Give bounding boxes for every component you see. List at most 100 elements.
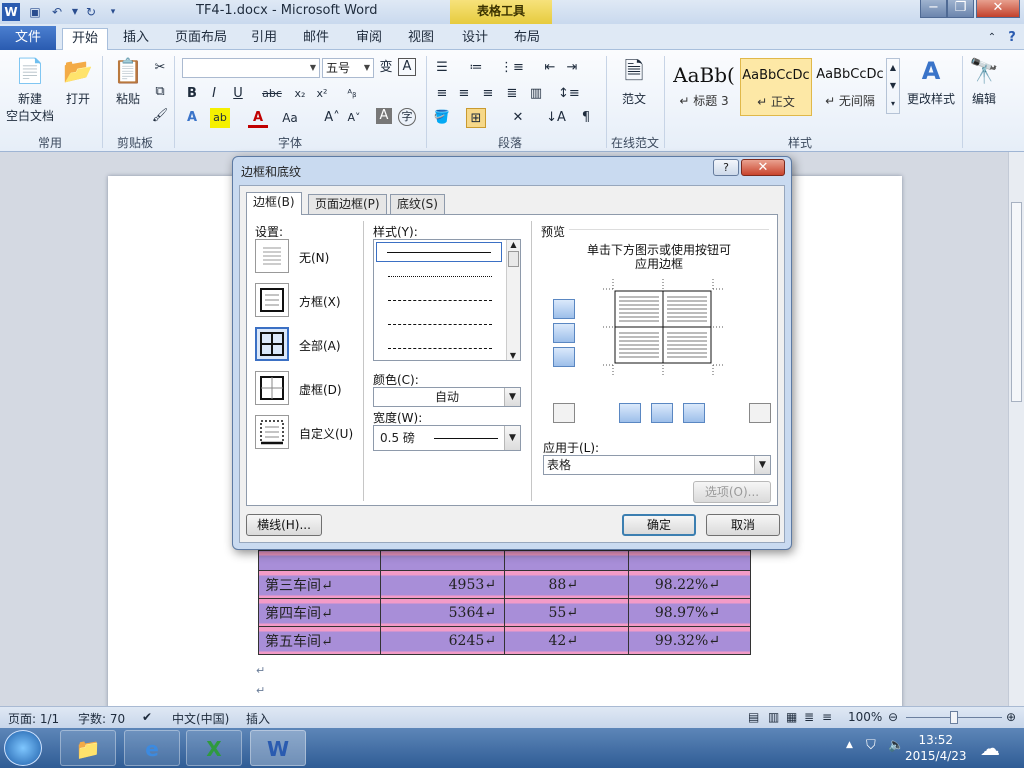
minimize-button[interactable]: − — [920, 0, 947, 18]
strikethrough-icon[interactable]: abc — [262, 84, 282, 104]
table-cell[interactable]: 98.97%↵ — [628, 598, 751, 627]
explorer-taskbar-icon[interactable]: 📁 — [60, 730, 116, 766]
dialog-help-button[interactable]: ? — [713, 159, 739, 176]
table-row[interactable] — [258, 550, 751, 571]
scroll-thumb[interactable] — [508, 251, 519, 267]
line-spacing-icon[interactable]: ↕≡ — [558, 84, 580, 104]
help-icon[interactable]: ? — [1004, 28, 1020, 50]
document-table[interactable]: 第三车间↵ 4953↵ 88↵ 98.22%↵ 第四车间↵ 5364↵ 55↵ … — [258, 550, 751, 655]
numbering-icon[interactable]: ≔ — [466, 58, 486, 78]
increase-indent-icon[interactable]: ⇥ — [562, 58, 582, 78]
customize-qat-icon[interactable]: ▾ — [104, 3, 122, 21]
width-combo[interactable]: 0.5 磅 ▼ — [373, 425, 521, 451]
word-count[interactable]: 字数: 70 — [78, 710, 125, 727]
start-button[interactable] — [4, 730, 42, 766]
table-row[interactable]: 第五车间↵ 6245↵ 42↵ 99.32%↵ — [258, 626, 751, 655]
diagonal-up-border-button[interactable] — [553, 403, 575, 423]
style-no-spacing[interactable]: AaBbCcDc ↵ 无间隔 — [814, 58, 886, 116]
ok-button[interactable]: 确定 — [622, 514, 696, 536]
table-cell[interactable]: 55↵ — [504, 598, 629, 627]
scroll-down-icon[interactable]: ▼ — [507, 351, 519, 360]
cancel-button[interactable]: 取消 — [706, 514, 780, 536]
table-cell[interactable]: 4953↵ — [380, 570, 505, 599]
setting-custom-option[interactable] — [255, 415, 289, 449]
sort-icon[interactable]: ↓A — [546, 108, 566, 128]
superscript-icon[interactable]: x² — [312, 84, 332, 104]
print-layout-view-icon[interactable]: ▤ — [748, 710, 759, 724]
excel-taskbar-icon[interactable]: X — [186, 730, 242, 766]
table-cell[interactable]: 5364↵ — [380, 598, 505, 627]
dialog-close-button[interactable]: ✕ — [741, 159, 785, 176]
dash-dot-line-sample[interactable] — [388, 348, 492, 349]
enclose-characters-icon[interactable]: 字 — [398, 108, 416, 126]
decrease-indent-icon[interactable]: ⇤ — [540, 58, 560, 78]
table-cell[interactable]: 6245↵ — [380, 626, 505, 655]
font-color-icon[interactable]: A — [248, 108, 268, 128]
network-icon[interactable]: ⛉ — [866, 738, 876, 753]
character-shading-icon[interactable]: A — [376, 108, 392, 124]
ie-taskbar-icon[interactable]: e — [124, 730, 180, 766]
proofing-icon[interactable]: ✔ — [142, 710, 152, 724]
multilevel-list-icon[interactable]: ⋮≡ — [500, 58, 524, 78]
save-icon[interactable]: ▣ — [26, 3, 44, 21]
new-blank-document-button[interactable]: 📄 新建 空白文档 — [4, 56, 56, 124]
restore-button[interactable]: ❐ — [947, 0, 974, 18]
line-style-scrollbar[interactable]: ▲ ▼ — [506, 240, 520, 360]
edit-button[interactable]: 🔭 编辑 — [966, 56, 1002, 107]
style-heading3[interactable]: AaBb( ↵ 标题 3 — [670, 58, 738, 116]
paste-button[interactable]: 📋 粘贴 — [108, 56, 148, 107]
borders-icon[interactable]: ⊞ — [466, 108, 486, 128]
tab-insert[interactable]: 插入 — [114, 28, 158, 50]
styles-gallery-scroll[interactable]: ▲ ▼ ▾ — [886, 58, 900, 114]
dotted-line-sample[interactable] — [388, 276, 492, 277]
character-border-icon[interactable]: A — [398, 58, 416, 76]
full-screen-reading-icon[interactable]: ▥ — [768, 710, 779, 724]
inside-horizontal-border-button[interactable] — [553, 323, 575, 343]
volume-icon[interactable]: 🔈 — [888, 738, 904, 753]
borders-and-shading-dialog[interactable]: 边框和底纹 ? ✕ 边框(B) 页面边框(P) 底纹(S) 设置: 无(N) 方… — [232, 156, 792, 550]
language[interactable]: 中文(中国) — [172, 710, 229, 727]
diagonal-down-border-button[interactable] — [749, 403, 771, 423]
cut-icon[interactable]: ✂ — [150, 58, 170, 78]
line-style-selected[interactable] — [376, 242, 502, 262]
zoom-out-icon[interactable]: ⊖ — [888, 710, 898, 724]
setting-box-label[interactable]: 方框(X) — [299, 293, 341, 310]
justify-icon[interactable]: ≣ — [502, 84, 522, 104]
change-styles-button[interactable]: A 更改样式 — [904, 56, 958, 107]
tab-design[interactable]: 设计 — [454, 28, 496, 50]
table-cell[interactable]: 42↵ — [504, 626, 629, 655]
long-dash-line-sample[interactable] — [388, 324, 492, 325]
tab-page-layout[interactable]: 页面布局 — [170, 28, 232, 50]
open-button[interactable]: 📂 打开 — [60, 56, 96, 107]
options-button[interactable]: 选项(O)... — [693, 481, 771, 503]
close-window-button[interactable]: ✕ — [976, 0, 1020, 18]
template-button[interactable]: 🗎 范文 — [614, 56, 654, 107]
table-cell[interactable]: 99.32%↵ — [628, 626, 751, 655]
text-effects-icon[interactable]: A — [182, 108, 202, 128]
color-combo[interactable]: 自动 ▼ — [373, 387, 521, 407]
grow-font-icon[interactable]: A˄ — [322, 108, 342, 128]
zoom-level[interactable]: 100% — [848, 710, 882, 724]
align-right-icon[interactable]: ≡ — [478, 84, 498, 104]
setting-all-label[interactable]: 全部(A) — [299, 337, 341, 354]
tab-page-border[interactable]: 页面边框(P) — [308, 194, 387, 214]
distribute-icon[interactable]: ▥ — [526, 84, 546, 104]
table-cell[interactable]: 88↵ — [504, 570, 629, 599]
highlight-icon[interactable]: ab — [210, 108, 230, 128]
format-painter-icon[interactable]: 🖌 — [150, 106, 170, 126]
top-border-button[interactable] — [553, 299, 575, 319]
shrink-font-icon[interactable]: A˅ — [344, 108, 364, 128]
tab-borders[interactable]: 边框(B) — [246, 192, 302, 215]
subscript-icon[interactable]: x₂ — [290, 84, 310, 104]
zoom-slider-thumb[interactable] — [950, 711, 958, 724]
bold-icon[interactable]: B — [182, 84, 202, 104]
insert-mode[interactable]: 插入 — [246, 710, 270, 727]
undo-icon[interactable]: ↶ — [48, 3, 66, 21]
align-center-icon[interactable]: ≡ — [454, 84, 474, 104]
table-cell[interactable]: 第四车间↵ — [258, 598, 381, 627]
redo-icon[interactable]: ↻ — [82, 3, 100, 21]
word-taskbar-icon[interactable]: W — [250, 730, 306, 766]
word-app-icon[interactable]: W — [2, 3, 20, 21]
table-cell[interactable]: 第三车间↵ — [258, 570, 381, 599]
draft-view-icon[interactable]: ≡ — [822, 710, 832, 724]
